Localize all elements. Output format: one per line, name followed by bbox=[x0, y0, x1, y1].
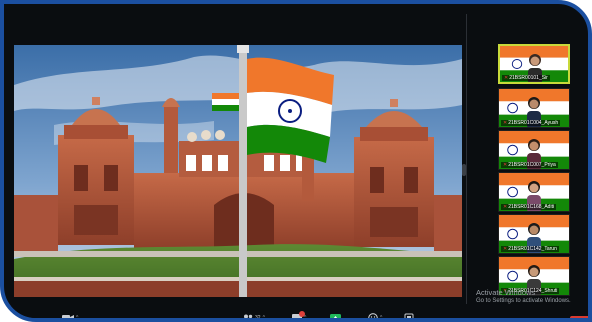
participant-name-text: 21BSR01C007_Priya bbox=[508, 162, 556, 168]
chevron-up-icon[interactable]: ^ bbox=[304, 315, 306, 318]
participant-name: ✕21BSR00101_Sir bbox=[502, 75, 550, 81]
mic-muted-icon: ✕ bbox=[503, 246, 508, 252]
participant-name: ✕21BSR01C004_Ayush bbox=[501, 120, 561, 126]
watermark-title: Activate Windows bbox=[476, 288, 536, 297]
participant-tile[interactable]: ✕21BSR01C004_Ayush bbox=[498, 88, 570, 128]
more-icon bbox=[404, 313, 414, 318]
participant-name: ✕21BSR01C007_Priya bbox=[501, 162, 558, 168]
participant-name-text: 21BSR01C004_Ayush bbox=[508, 120, 559, 126]
red-fort-flag-image bbox=[14, 45, 462, 297]
participant-tile[interactable]: ✕21BSR01C007_Priya bbox=[498, 130, 570, 170]
mic-muted-icon: ✕ bbox=[503, 204, 508, 210]
reactions-button[interactable]: ^ bbox=[368, 312, 382, 318]
video-button[interactable]: ^ bbox=[62, 312, 78, 318]
participant-gallery: ✕21BSR00101_Sir ✕21BSR01C004_Ayush ✕21BS… bbox=[498, 44, 572, 296]
panel-divider bbox=[466, 14, 467, 304]
mic-muted-icon: ✕ bbox=[503, 120, 508, 126]
chevron-up-icon[interactable]: ^ bbox=[76, 315, 78, 318]
more-button[interactable] bbox=[404, 312, 414, 318]
participant-name-text: 21BSR00101_Sir bbox=[509, 75, 548, 81]
participants-count: 32 bbox=[255, 315, 261, 321]
participant-name: ✕21BSR01C168_Aditi bbox=[501, 204, 557, 210]
shared-screen bbox=[14, 45, 462, 297]
participant-tile[interactable]: ✕21BSR01C168_Aditi bbox=[498, 172, 570, 212]
participant-tile[interactable]: ✕21BSR01C142_Tarun bbox=[498, 214, 570, 254]
participant-name-text: 21BSR01C142_Tarun bbox=[508, 246, 557, 252]
end-meeting-button[interactable] bbox=[570, 316, 588, 318]
chat-button[interactable]: ^ bbox=[292, 310, 306, 318]
reactions-icon bbox=[368, 313, 378, 318]
activate-windows-watermark: Activate Windows Go to Settings to activ… bbox=[476, 288, 571, 305]
mic-muted-icon: ✕ bbox=[504, 75, 509, 81]
participants-button[interactable]: 32 ^ bbox=[242, 312, 265, 321]
zoom-window: ✕21BSR00101_Sir ✕21BSR01C004_Ayush ✕21BS… bbox=[0, 0, 592, 322]
participant-name-text: 21BSR01C168_Aditi bbox=[508, 204, 555, 210]
share-screen-icon bbox=[330, 313, 341, 318]
participants-icon bbox=[244, 314, 253, 318]
camera-icon bbox=[62, 315, 74, 318]
share-screen-button[interactable] bbox=[330, 312, 341, 318]
chevron-up-icon[interactable]: ^ bbox=[263, 315, 265, 318]
participant-name: ✕21BSR01C142_Tarun bbox=[501, 246, 559, 252]
notification-badge bbox=[299, 310, 305, 317]
participant-tile[interactable]: ✕21BSR00101_Sir bbox=[498, 44, 570, 84]
mic-muted-icon: ✕ bbox=[503, 162, 508, 168]
meeting-toolbar: ^ 32 ^ ^ ^ bbox=[4, 306, 588, 321]
watermark-subtitle: Go to Settings to activate Windows. bbox=[476, 298, 571, 304]
chevron-up-icon[interactable]: ^ bbox=[380, 315, 382, 318]
